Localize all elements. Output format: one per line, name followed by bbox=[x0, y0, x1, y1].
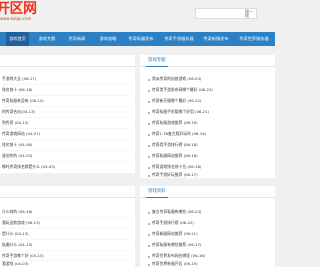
list-item[interactable]: 传奇世界新服开区 (06-15) bbox=[152, 261, 272, 267]
list-item[interactable]: 的传奇合击(04-13) bbox=[2, 108, 132, 116]
nav-item-guides[interactable]: 游戏攻略 bbox=[95, 32, 121, 46]
bullet-icon bbox=[148, 223, 150, 225]
list-item[interactable]: 谁创作的 (04-03) bbox=[2, 152, 132, 160]
bullet-icon bbox=[148, 134, 150, 136]
list-item[interactable]: 传奇1.76复古版好玩吗 (06-19) bbox=[152, 130, 272, 138]
divider bbox=[2, 128, 132, 129]
divider bbox=[2, 106, 132, 107]
list-item[interactable]: 是什么 (04-13) bbox=[2, 230, 132, 238]
list-item[interactable]: 排名前十 (04-06) bbox=[2, 141, 132, 149]
bullet-icon bbox=[148, 156, 150, 158]
list-item[interactable]: 私服什么 (04-13) bbox=[2, 241, 132, 249]
logo-domain: www.kaiqu.com bbox=[0, 16, 32, 21]
bullet-icon bbox=[148, 145, 150, 147]
title-underline bbox=[146, 197, 168, 198]
main-navbar: 游戏首页 游戏专题 传奇新闻 游戏攻略 传奇私服发布 传奇手游服务器 传奇新服发… bbox=[0, 32, 275, 46]
list-item[interactable]: 类似传奇的仙侠游戏 (06-23) bbox=[152, 75, 272, 83]
divider bbox=[2, 228, 132, 229]
title-underline bbox=[146, 66, 168, 67]
divider bbox=[2, 217, 132, 218]
list-item[interactable]: 什么样的 (06-16) bbox=[2, 208, 132, 216]
panel-header: 游戏专题 bbox=[140, 55, 275, 67]
panel-header bbox=[0, 55, 135, 67]
nav-item-private-servers[interactable]: 传奇私服发布 bbox=[124, 32, 158, 46]
list-item[interactable]: 传奇世界发布网在哪里 (06-16) bbox=[152, 252, 272, 260]
site-header: 开区网 www.kaiqu.com 搜一搜 bbox=[0, 0, 275, 30]
list-item[interactable]: 传奇游戏网站 (04-07) bbox=[2, 130, 132, 138]
list-item[interactable]: 哪吒传奇排名都是什么 (04-03) bbox=[2, 163, 132, 171]
list-item[interactable]: 传奇私服网站推荐 (06-18) bbox=[152, 152, 272, 160]
list-item[interactable]: 传奇游戏排名前十位 (06-18) bbox=[152, 163, 272, 171]
list-item[interactable]: 传奇私服手机版哪个好用 (06-21) bbox=[152, 108, 272, 116]
bullet-icon bbox=[148, 167, 150, 169]
nav-item-news[interactable]: 传奇新闻 bbox=[64, 32, 90, 46]
right-bottom-panel: 游戏资料 复古传奇私服有哪些 (06-23) 传奇手游排行榜 (06-22) 传… bbox=[140, 186, 275, 267]
list-item[interactable]: 传奇新服网站推荐 (06-21) bbox=[152, 230, 272, 238]
list-item[interactable]: 传奇新开服哪个最好 (06-22) bbox=[152, 97, 272, 105]
right-top-panel: 游戏专题 类似传奇的仙侠游戏 (06-23) 传奇类手游发布网哪个最好 (06-… bbox=[140, 55, 275, 178]
search-button[interactable]: 搜一搜 bbox=[245, 10, 255, 18]
bullet-icon bbox=[148, 245, 150, 247]
panel-title: 游戏资料 bbox=[148, 189, 166, 194]
bullet-icon bbox=[148, 90, 150, 92]
left-bottom-panel: 什么样的 (06-16) 我玩这款游戏 (06-13) 是什么 (04-13) … bbox=[0, 186, 135, 267]
search-box: 搜一搜 bbox=[195, 8, 257, 19]
list-item[interactable]: 传奇类手游发布网哪个最好 (06-23) bbox=[152, 86, 272, 94]
divider bbox=[2, 95, 132, 96]
bullet-icon bbox=[148, 123, 150, 125]
divider bbox=[2, 150, 132, 151]
bullet-icon bbox=[148, 112, 150, 114]
logo-text: 开区网 bbox=[0, 1, 37, 17]
list-item[interactable]: 传奇私服有哪些推荐 (06-17) bbox=[152, 241, 272, 249]
list-item[interactable]: 传奇私服有没有 (06-14) bbox=[2, 97, 132, 105]
nav-item-mobile-servers[interactable]: 传奇手游服务器 bbox=[160, 32, 198, 46]
list-item[interactable]: 传奇手游好玩推荐 (06-17) bbox=[152, 171, 272, 179]
list-item[interactable]: 传奇手游排行榜 (06-22) bbox=[152, 219, 272, 227]
panel-header bbox=[0, 186, 135, 198]
list-item[interactable]: 传奇类手游排行榜 (06-18) bbox=[152, 141, 272, 149]
bullet-icon bbox=[148, 256, 150, 258]
divider bbox=[2, 250, 132, 251]
search-input[interactable] bbox=[198, 11, 244, 17]
list-item[interactable]: 传奇手游哪个好 (04-13) bbox=[2, 252, 132, 260]
nav-item-home[interactable]: 游戏首页 bbox=[6, 32, 29, 46]
divider bbox=[2, 84, 132, 85]
list-item[interactable]: 排名前十 (06-16) bbox=[2, 86, 132, 94]
bullet-icon bbox=[148, 79, 150, 81]
divider bbox=[2, 139, 132, 140]
list-item[interactable]: 传奇私服游戏推荐 (06-19) bbox=[152, 119, 272, 127]
nav-item-topics[interactable]: 游戏专题 bbox=[34, 32, 60, 46]
panel-header: 游戏资料 bbox=[140, 186, 275, 198]
list-item[interactable]: 复古传奇私服有哪些 (06-23) bbox=[152, 208, 272, 216]
bullet-icon bbox=[148, 212, 150, 214]
bullet-icon bbox=[148, 264, 150, 266]
bullet-icon bbox=[148, 175, 150, 177]
bullet-icon bbox=[148, 234, 150, 236]
list-item[interactable]: 到传奇 (04-13) bbox=[2, 119, 132, 127]
panel-title: 游戏专题 bbox=[148, 58, 166, 63]
nav-item-world-servers[interactable]: 传奇世界服务器 bbox=[234, 32, 274, 46]
list-item[interactable]: 手游称大全 (06-17) bbox=[2, 75, 132, 83]
site-logo[interactable]: 开区网 www.kaiqu.com bbox=[0, 2, 37, 22]
bullet-icon bbox=[148, 101, 150, 103]
nav-item-new-servers[interactable]: 传奇新服发布 bbox=[199, 32, 233, 46]
list-item[interactable]: 我玩这款游戏 (06-13) bbox=[2, 219, 132, 227]
divider bbox=[2, 239, 132, 240]
divider bbox=[2, 117, 132, 118]
list-item[interactable]: 我游戏 (04-03) bbox=[2, 261, 132, 267]
divider bbox=[2, 161, 132, 162]
left-top-panel: 手游称大全 (06-17) 排名前十 (06-16) 传奇私服有没有 (06-1… bbox=[0, 55, 135, 173]
